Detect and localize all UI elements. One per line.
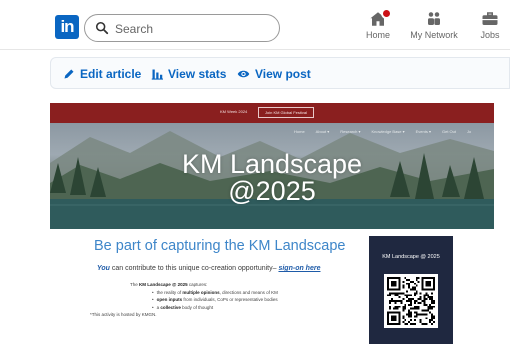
nav-label-my-network: My Network (410, 30, 458, 40)
list-item: a collective body of thought (152, 304, 278, 312)
list-item: open inputs from individuals, CoPs or re… (152, 296, 278, 304)
search-box[interactable] (84, 14, 280, 42)
view-stats-label: View stats (168, 67, 227, 81)
top-nav: in Home My Network Jobs (0, 0, 510, 50)
view-stats-button[interactable]: View stats (151, 66, 226, 82)
search-input[interactable] (115, 19, 273, 39)
nav-label-home: Home (365, 30, 390, 40)
nav-item-home[interactable]: Home (360, 8, 396, 44)
bar-chart-icon (151, 69, 163, 80)
nav-item-jobs[interactable]: Jobs (474, 10, 506, 44)
description-list: the reality of multiple opinions, direct… (90, 289, 278, 312)
banner-menu-item: Get Out (442, 129, 457, 134)
edit-article-button[interactable]: Edit article (63, 66, 141, 82)
nav-label-jobs: Jobs (480, 30, 500, 40)
cta-heading: Be part of capturing the KM Landscape (94, 238, 346, 254)
banner-festival-button: Join KM Global Festival (258, 107, 315, 118)
description-block: The KM Landscape @ 2025 captures: the re… (90, 281, 278, 319)
qr-card: KM Landscape @ 2025 (369, 236, 453, 344)
eye-icon (237, 70, 250, 78)
lead-bold: KM Landscape @ 2025 (139, 282, 188, 287)
banner-week-text: KM Week 2024 (220, 109, 248, 114)
banner-menu-item: About ▾ (315, 129, 330, 134)
briefcase-icon (482, 12, 498, 25)
cta-line: You can contribute to this unique co-cre… (97, 265, 320, 272)
linkedin-logo-icon[interactable]: in (55, 15, 79, 39)
notification-badge (381, 8, 392, 19)
banner-title: KM Landscape @2025 (50, 151, 494, 205)
article-banner: KM Week 2024 Join KM Global Festival Hom… (50, 103, 494, 229)
edit-article-label: Edit article (80, 67, 142, 81)
banner-menu-item: Jo (467, 129, 472, 134)
qr-code-graphic (387, 277, 435, 325)
banner-menu-item: Research ▾ (340, 129, 361, 134)
footnote: *This activity is hosted by KMGN. (90, 312, 157, 317)
description-lead: The KM Landscape @ 2025 captures: (130, 282, 208, 287)
banner-title-line2: @2025 (228, 176, 316, 206)
list-item: the reality of multiple opinions, direct… (152, 289, 278, 297)
cta-middle-text: can contribute to this unique co-creatio… (109, 265, 279, 272)
banner-menu-item: Events ▾ (415, 129, 431, 134)
view-post-label: View post (255, 67, 311, 81)
network-icon (428, 12, 440, 25)
article-toolbar: Edit article View stats View post (50, 57, 510, 89)
nav-item-my-network[interactable]: My Network (408, 10, 460, 44)
qr-card-title: KM Landscape @ 2025 (382, 254, 440, 260)
banner-menu-item: Knowledge Base ▾ (371, 129, 405, 134)
view-post-button[interactable]: View post (237, 66, 311, 82)
pencil-icon (64, 69, 74, 79)
banner-menu: Home About ▾ Research ▾ Knowledge Base ▾ Eve… (294, 129, 482, 134)
cta-you: You (97, 265, 110, 272)
banner-title-line1: KM Landscape (181, 149, 363, 179)
banner-header-strip: KM Week 2024 Join KM Global Festival (50, 103, 494, 123)
mountain-lake-image: Home About ▾ Research ▾ Knowledge Base ▾ Eve… (50, 123, 494, 229)
search-icon (95, 21, 109, 35)
qr-code-icon[interactable] (384, 274, 438, 328)
banner-menu-item: Home (294, 129, 305, 134)
sign-on-link[interactable]: sign-on here (278, 265, 320, 272)
